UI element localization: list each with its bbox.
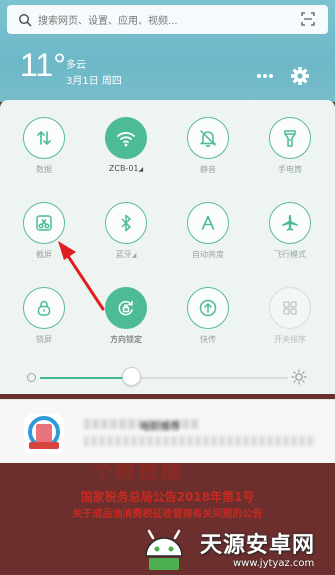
brightness-slider[interactable] — [40, 377, 288, 379]
tile-sort-switches[interactable]: 开关排序 — [258, 287, 322, 367]
tile-bluetooth[interactable]: 蓝牙◢ — [94, 202, 158, 282]
tile-rotation-lock[interactable]: 方向锁定 — [94, 287, 158, 367]
notification-title: 电影推荐 — [140, 422, 180, 433]
more-triangle-icon: ◢ — [138, 166, 144, 173]
scissors-icon — [23, 202, 65, 244]
tile-label: 数据 — [36, 165, 52, 174]
android-logo — [145, 529, 183, 570]
tile-screenshot[interactable]: 截屏 — [12, 202, 76, 282]
document-subtitle: 关于成品油消费税征收管理有关问题的公告 — [72, 509, 263, 520]
tile-lock-screen[interactable]: 锁屏 — [12, 287, 76, 367]
more-triangle-icon: ◢ — [131, 252, 137, 259]
more-icon[interactable] — [254, 68, 276, 84]
grid-sort-icon — [269, 287, 311, 329]
data-arrows-icon — [23, 117, 65, 159]
tile-label: 快传 — [200, 335, 216, 344]
tile-label: 蓝牙 — [115, 250, 132, 259]
wifi-icon — [105, 117, 147, 159]
tile-wifi[interactable]: ZCB-01◢ — [94, 117, 158, 197]
scan-icon[interactable] — [301, 12, 315, 26]
tile-quick-transfer[interactable]: 快传 — [176, 287, 240, 367]
tile-auto-brightness[interactable]: 自动亮度 — [176, 202, 240, 282]
tile-label: 自动亮度 — [192, 250, 224, 259]
bell-off-icon — [187, 117, 229, 159]
notification-card[interactable]: 电影推荐 — [0, 399, 335, 463]
weather-header: 搜索网页、设置、应用、视频... 11° 多云 3月1日 周四 — [0, 0, 335, 102]
app-icon — [24, 414, 64, 454]
tile-airplane[interactable]: 飞行模式 — [258, 202, 322, 282]
weather-condition: 多云 — [66, 60, 86, 71]
bluetooth-icon — [105, 202, 147, 244]
tile-label: 截屏 — [36, 250, 52, 259]
watermark-brand: 天源安卓网 — [200, 533, 316, 558]
tile-label: 方向锁定 — [110, 335, 142, 344]
tile-data[interactable]: 数据 — [12, 117, 76, 197]
quick-settings-panel: 数据 ZCB-01◢ 静音 手电筒 截屏 蓝牙◢ 自动亮度 飞行模式 锁屏 方向… — [0, 100, 335, 394]
brightness-high-icon — [291, 369, 307, 385]
airplane-icon — [269, 202, 311, 244]
notification-body-blurred — [84, 436, 316, 446]
tile-label: 静音 — [200, 165, 216, 174]
flashlight-icon — [269, 117, 311, 159]
tile-label: ZCB-01 — [108, 164, 139, 173]
search-bar[interactable]: 搜索网页、设置、应用、视频... — [7, 5, 328, 34]
quick-transfer-icon — [187, 287, 229, 329]
tile-flashlight[interactable]: 手电筒 — [258, 117, 322, 197]
document-title: 国家税务总局公告2018年第1号 — [80, 490, 255, 504]
brightness-low-icon — [27, 373, 36, 382]
tile-label: 手电筒 — [278, 165, 302, 174]
lock-icon — [23, 287, 65, 329]
tile-label: 锁屏 — [36, 335, 52, 344]
date-label: 3月1日 周四 — [66, 76, 122, 87]
tile-mute[interactable]: 静音 — [176, 117, 240, 197]
search-icon — [18, 13, 32, 26]
watermark-url: www.jytyaz.com — [233, 558, 315, 569]
gear-icon[interactable] — [290, 66, 310, 86]
rotation-lock-icon — [105, 287, 147, 329]
brightness-fill — [40, 377, 132, 379]
search-placeholder: 搜索网页、设置、应用、视频... — [38, 16, 178, 27]
tile-label: 开关排序 — [274, 335, 306, 344]
tile-label: 飞行模式 — [274, 250, 306, 259]
auto-brightness-icon — [187, 202, 229, 244]
temperature: 11° — [20, 47, 67, 83]
